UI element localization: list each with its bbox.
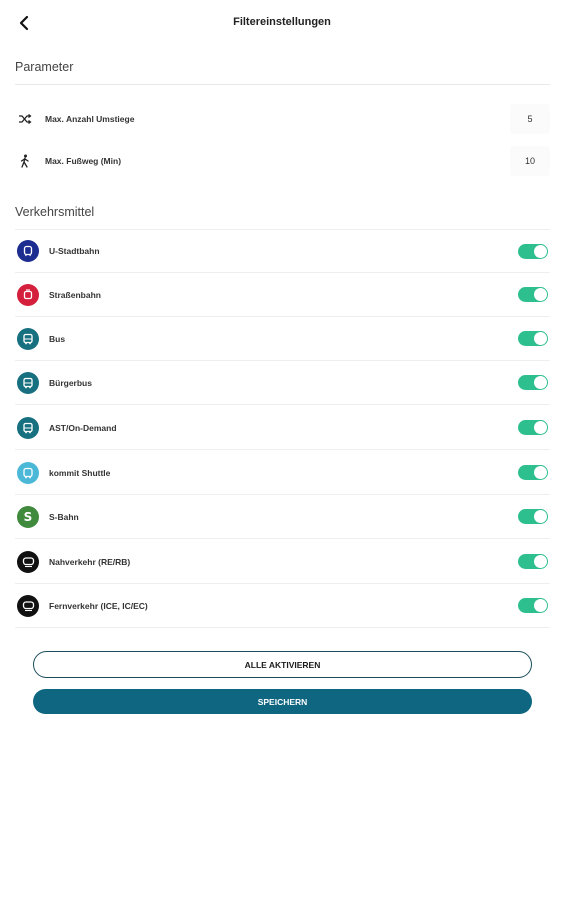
page-title: Filtereinstellungen — [233, 16, 331, 28]
toggle-switch[interactable] — [518, 554, 548, 569]
param-row-transfers[interactable]: Max. Anzahl Umstiege 5 — [15, 99, 550, 139]
transport-label: Nahverkehr (RE/RB) — [49, 556, 131, 567]
transport-label: Bürgerbus — [49, 377, 92, 388]
s-bahn-icon: S — [17, 505, 39, 528]
toggle-switch[interactable] — [518, 465, 548, 480]
transport-row-s-bahn[interactable]: S S-Bahn — [15, 495, 550, 539]
train-icon — [17, 550, 39, 573]
transport-row-nahverkehr[interactable]: Nahverkehr (RE/RB) — [15, 540, 550, 584]
transport-row-u-stadtbahn[interactable]: U-Stadtbahn — [15, 229, 550, 273]
param-label-transfers: Max. Anzahl Umstiege — [45, 114, 135, 124]
train-icon — [17, 594, 39, 617]
header-bar: Filtereinstellungen — [0, 0, 564, 48]
toggle-switch[interactable] — [518, 598, 548, 613]
tram-icon — [17, 283, 39, 306]
transport-label: S-Bahn — [49, 511, 79, 522]
transport-label: Straßenbahn — [49, 289, 101, 300]
transport-section-title: Verkehrsmittel — [15, 205, 95, 219]
transport-row-ast-on-demand[interactable]: AST/On-Demand — [15, 406, 550, 450]
transport-row-kommit-shuttle[interactable]: kommit Shuttle — [15, 451, 550, 495]
save-button[interactable]: SPEICHERN — [33, 689, 532, 714]
param-label-walk: Max. Fußweg (Min) — [45, 156, 122, 166]
toggle-switch[interactable] — [518, 287, 548, 302]
toggle-switch[interactable] — [518, 509, 548, 524]
transport-label: Bus — [49, 333, 66, 344]
activate-all-button[interactable]: ALLE AKTIVIEREN — [33, 651, 532, 678]
transport-label: U-Stadtbahn — [49, 246, 100, 256]
transport-label: Fernverkehr (ICE, IC/EC) — [49, 600, 148, 611]
toggle-switch[interactable] — [518, 420, 548, 435]
divider — [15, 84, 550, 85]
subway-icon — [17, 240, 39, 262]
transport-row-bus[interactable]: Bus — [15, 317, 550, 361]
transport-row-strassenbahn[interactable]: Straßenbahn — [15, 273, 550, 317]
param-value-transfers[interactable]: 5 — [510, 104, 550, 134]
bus-icon — [17, 416, 39, 439]
toggle-switch[interactable] — [518, 331, 548, 346]
transport-row-fernverkehr[interactable]: Fernverkehr (ICE, IC/EC) — [15, 584, 550, 628]
bus-icon — [17, 327, 39, 350]
bus-icon — [17, 371, 39, 394]
walk-icon — [17, 153, 33, 169]
transport-label: kommit Shuttle — [49, 467, 111, 478]
parameters-section-title: Parameter — [15, 60, 74, 74]
shuffle-icon — [17, 111, 33, 127]
shuttle-icon — [17, 461, 39, 484]
param-row-walk[interactable]: Max. Fußweg (Min) 10 — [15, 141, 550, 181]
toggle-switch[interactable] — [518, 243, 548, 259]
toggle-switch[interactable] — [518, 375, 548, 390]
transport-label: AST/On-Demand — [49, 422, 117, 433]
param-value-walk[interactable]: 10 — [510, 146, 550, 176]
transport-row-buergerbus[interactable]: Bürgerbus — [15, 361, 550, 405]
